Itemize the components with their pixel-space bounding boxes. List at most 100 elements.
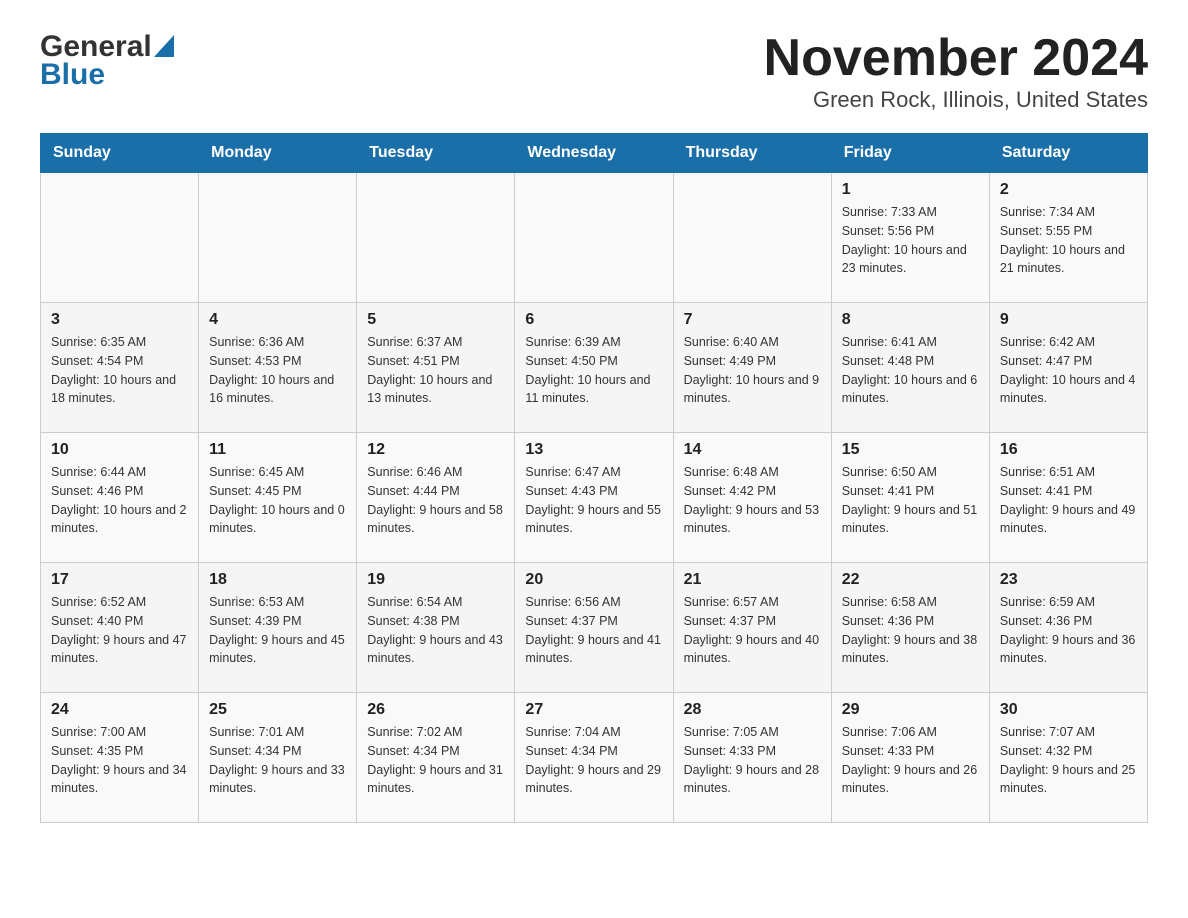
day-info: Sunrise: 6:41 AMSunset: 4:48 PMDaylight:… (842, 333, 979, 408)
day-info: Sunrise: 6:46 AMSunset: 4:44 PMDaylight:… (367, 463, 504, 538)
table-row: 9 Sunrise: 6:42 AMSunset: 4:47 PMDaylight… (989, 303, 1147, 433)
day-number: 5 (367, 311, 504, 329)
day-number: 12 (367, 441, 504, 459)
table-row: 19 Sunrise: 6:54 AMSunset: 4:38 PMDayligh… (357, 563, 515, 693)
day-number: 29 (842, 701, 979, 719)
day-number: 6 (525, 311, 662, 329)
title-block: November 2024 Green Rock, Illinois, Unit… (764, 30, 1148, 113)
table-row: 26 Sunrise: 7:02 AMSunset: 4:34 PMDayligh… (357, 693, 515, 823)
day-number: 17 (51, 571, 188, 589)
day-info: Sunrise: 6:50 AMSunset: 4:41 PMDaylight:… (842, 463, 979, 538)
header-saturday: Saturday (989, 134, 1147, 173)
day-number: 9 (1000, 311, 1137, 329)
header-monday: Monday (199, 134, 357, 173)
day-number: 21 (684, 571, 821, 589)
table-row: 24 Sunrise: 7:00 AMSunset: 4:35 PMDayligh… (41, 693, 199, 823)
table-row: 17Sunrise: 6:52 AMSunset: 4:40 PMDayligh… (41, 563, 199, 693)
calendar-title: November 2024 (764, 30, 1148, 87)
day-info: Sunrise: 7:33 AMSunset: 5:56 PMDaylight:… (842, 203, 979, 278)
day-number: 22 (842, 571, 979, 589)
calendar-subtitle: Green Rock, Illinois, United States (764, 87, 1148, 113)
table-row: 5Sunrise: 6:37 AMSunset: 4:51 PMDaylight… (357, 303, 515, 433)
calendar-week-row: 1Sunrise: 7:33 AMSunset: 5:56 PMDaylight… (41, 173, 1148, 303)
day-number: 19 (367, 571, 504, 589)
table-row: 7 Sunrise: 6:40 AMSunset: 4:49 PMDaylight… (673, 303, 831, 433)
day-info: Sunrise: 6:45 AMSunset: 4:45 PMDaylight:… (209, 463, 346, 538)
day-info: Sunrise: 7:00 AMSunset: 4:35 PMDaylight:… (51, 723, 188, 798)
day-number: 8 (842, 311, 979, 329)
table-row: 4 Sunrise: 6:36 AMSunset: 4:53 PMDaylight… (199, 303, 357, 433)
day-info: Sunrise: 6:47 AMSunset: 4:43 PMDaylight:… (525, 463, 662, 538)
table-row: 1Sunrise: 7:33 AMSunset: 5:56 PMDaylight… (831, 173, 989, 303)
day-number: 30 (1000, 701, 1137, 719)
table-row (199, 173, 357, 303)
day-info: Sunrise: 6:53 AMSunset: 4:39 PMDaylight:… (209, 593, 346, 668)
day-number: 25 (209, 701, 346, 719)
day-number: 24 (51, 701, 188, 719)
day-info: Sunrise: 6:58 AMSunset: 4:36 PMDaylight:… (842, 593, 979, 668)
table-row: 15 Sunrise: 6:50 AMSunset: 4:41 PMDayligh… (831, 433, 989, 563)
day-info: Sunrise: 7:34 AMSunset: 5:55 PMDaylight:… (1000, 203, 1137, 278)
day-info: Sunrise: 7:07 AMSunset: 4:32 PMDaylight:… (1000, 723, 1137, 798)
page-header: General Blue November 2024 Green Rock, I… (40, 30, 1148, 113)
day-info: Sunrise: 6:57 AMSunset: 4:37 PMDaylight:… (684, 593, 821, 668)
table-row: 27 Sunrise: 7:04 AMSunset: 4:34 PMDayligh… (515, 693, 673, 823)
logo-blue-text: Blue (40, 58, 105, 92)
day-number: 11 (209, 441, 346, 459)
day-info: Sunrise: 6:59 AMSunset: 4:36 PMDaylight:… (1000, 593, 1137, 668)
table-row (515, 173, 673, 303)
day-info: Sunrise: 6:54 AMSunset: 4:38 PMDaylight:… (367, 593, 504, 668)
day-info: Sunrise: 7:01 AMSunset: 4:34 PMDaylight:… (209, 723, 346, 798)
table-row: 23 Sunrise: 6:59 AMSunset: 4:36 PMDayligh… (989, 563, 1147, 693)
table-row: 13 Sunrise: 6:47 AMSunset: 4:43 PMDayligh… (515, 433, 673, 563)
table-row: 12 Sunrise: 6:46 AMSunset: 4:44 PMDayligh… (357, 433, 515, 563)
table-row: 14Sunrise: 6:48 AMSunset: 4:42 PMDayligh… (673, 433, 831, 563)
table-row: 22 Sunrise: 6:58 AMSunset: 4:36 PMDayligh… (831, 563, 989, 693)
day-number: 26 (367, 701, 504, 719)
day-info: Sunrise: 7:02 AMSunset: 4:34 PMDaylight:… (367, 723, 504, 798)
day-info: Sunrise: 6:40 AMSunset: 4:49 PMDaylight:… (684, 333, 821, 408)
table-row: 20 Sunrise: 6:56 AMSunset: 4:37 PMDayligh… (515, 563, 673, 693)
day-info: Sunrise: 6:51 AMSunset: 4:41 PMDaylight:… (1000, 463, 1137, 538)
day-number: 16 (1000, 441, 1137, 459)
header-thursday: Thursday (673, 134, 831, 173)
table-row: 6 Sunrise: 6:39 AMSunset: 4:50 PMDaylight… (515, 303, 673, 433)
day-info: Sunrise: 7:04 AMSunset: 4:34 PMDaylight:… (525, 723, 662, 798)
table-row: 10Sunrise: 6:44 AMSunset: 4:46 PMDayligh… (41, 433, 199, 563)
table-row (673, 173, 831, 303)
day-number: 13 (525, 441, 662, 459)
day-number: 7 (684, 311, 821, 329)
header-friday: Friday (831, 134, 989, 173)
table-row (41, 173, 199, 303)
header-tuesday: Tuesday (357, 134, 515, 173)
calendar-week-row: 10Sunrise: 6:44 AMSunset: 4:46 PMDayligh… (41, 433, 1148, 563)
day-number: 4 (209, 311, 346, 329)
day-info: Sunrise: 6:35 AMSunset: 4:54 PMDaylight:… (51, 333, 188, 408)
table-row: 18Sunrise: 6:53 AMSunset: 4:39 PMDayligh… (199, 563, 357, 693)
table-row: 16 Sunrise: 6:51 AMSunset: 4:41 PMDayligh… (989, 433, 1147, 563)
day-number: 3 (51, 311, 188, 329)
day-info: Sunrise: 6:56 AMSunset: 4:37 PMDaylight:… (525, 593, 662, 668)
day-number: 28 (684, 701, 821, 719)
calendar-week-row: 3 Sunrise: 6:35 AMSunset: 4:54 PMDaylight… (41, 303, 1148, 433)
table-row: 21 Sunrise: 6:57 AMSunset: 4:37 PMDayligh… (673, 563, 831, 693)
header-wednesday: Wednesday (515, 134, 673, 173)
day-info: Sunrise: 6:42 AMSunset: 4:47 PMDaylight:… (1000, 333, 1137, 408)
calendar-week-row: 24 Sunrise: 7:00 AMSunset: 4:35 PMDayligh… (41, 693, 1148, 823)
day-number: 15 (842, 441, 979, 459)
day-info: Sunrise: 6:44 AMSunset: 4:46 PMDaylight:… (51, 463, 188, 538)
day-info: Sunrise: 6:39 AMSunset: 4:50 PMDaylight:… (525, 333, 662, 408)
table-row: 29 Sunrise: 7:06 AMSunset: 4:33 PMDayligh… (831, 693, 989, 823)
table-row: 2 Sunrise: 7:34 AMSunset: 5:55 PMDaylight… (989, 173, 1147, 303)
day-number: 23 (1000, 571, 1137, 589)
header-sunday: Sunday (41, 134, 199, 173)
day-number: 2 (1000, 181, 1137, 199)
day-number: 27 (525, 701, 662, 719)
day-number: 20 (525, 571, 662, 589)
day-number: 14 (684, 441, 821, 459)
day-info: Sunrise: 7:06 AMSunset: 4:33 PMDaylight:… (842, 723, 979, 798)
day-info: Sunrise: 6:36 AMSunset: 4:53 PMDaylight:… (209, 333, 346, 408)
calendar-header-row: Sunday Monday Tuesday Wednesday Thursday… (41, 134, 1148, 173)
logo: General Blue (40, 30, 174, 92)
table-row: 3 Sunrise: 6:35 AMSunset: 4:54 PMDaylight… (41, 303, 199, 433)
